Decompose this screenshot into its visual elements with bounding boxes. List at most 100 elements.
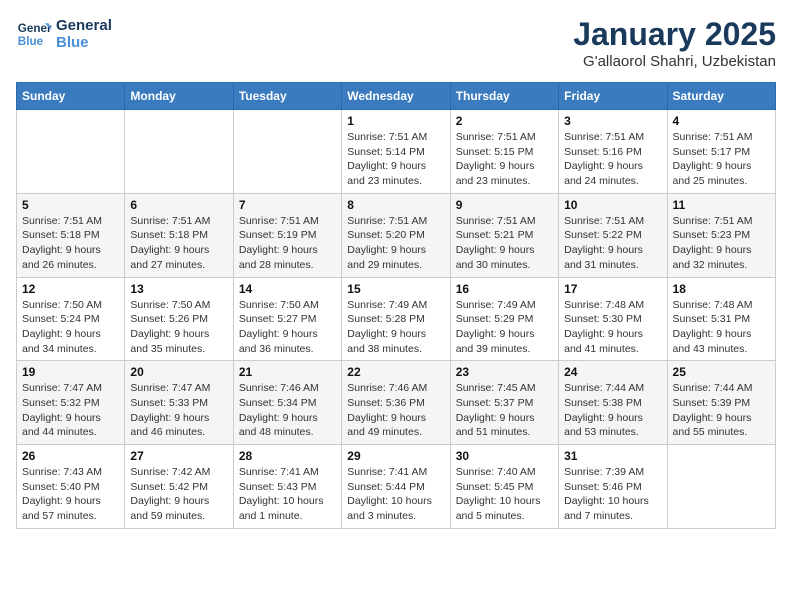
calendar-cell: 22 Sunrise: 7:46 AM Sunset: 5:36 PM Dayli… (342, 361, 450, 445)
day-info: Sunrise: 7:51 AM Sunset: 5:23 PM Dayligh… (673, 214, 770, 273)
day-info: Sunrise: 7:39 AM Sunset: 5:46 PM Dayligh… (564, 465, 661, 524)
weekday-header-monday: Monday (125, 83, 233, 110)
calendar-cell: 28 Sunrise: 7:41 AM Sunset: 5:43 PM Dayli… (233, 445, 341, 529)
day-number: 12 (22, 282, 119, 296)
calendar-cell: 4 Sunrise: 7:51 AM Sunset: 5:17 PM Daylig… (667, 110, 775, 194)
day-number: 19 (22, 365, 119, 379)
day-number: 30 (456, 449, 553, 463)
calendar-cell: 8Sunrise: 7:51 AM Sunset: 5:20 PM Daylig… (342, 193, 450, 277)
day-number: 29 (347, 449, 444, 463)
day-info: Sunrise: 7:47 AM Sunset: 5:32 PM Dayligh… (22, 381, 119, 440)
day-number: 18 (673, 282, 770, 296)
calendar-cell (125, 110, 233, 194)
calendar-cell: 18 Sunrise: 7:48 AM Sunset: 5:31 PM Dayli… (667, 277, 775, 361)
day-number: 31 (564, 449, 661, 463)
calendar-cell: 14 Sunrise: 7:50 AM Sunset: 5:27 PM Dayli… (233, 277, 341, 361)
calendar-cell: 23Sunrise: 7:45 AM Sunset: 5:37 PM Dayli… (450, 361, 558, 445)
weekday-header-wednesday: Wednesday (342, 83, 450, 110)
day-number: 7 (239, 198, 336, 212)
day-number: 20 (130, 365, 227, 379)
day-info: Sunrise: 7:51 AM Sunset: 5:17 PM Dayligh… (673, 130, 770, 189)
day-number: 13 (130, 282, 227, 296)
calendar-cell: 21 Sunrise: 7:46 AM Sunset: 5:34 PM Dayli… (233, 361, 341, 445)
day-number: 15 (347, 282, 444, 296)
day-info: Sunrise: 7:43 AM Sunset: 5:40 PM Dayligh… (22, 465, 119, 524)
day-number: 6 (130, 198, 227, 212)
calendar-title: January 2025 (573, 16, 776, 53)
day-number: 9 (456, 198, 553, 212)
calendar-cell: 30 Sunrise: 7:40 AM Sunset: 5:45 PM Dayli… (450, 445, 558, 529)
calendar-cell: 7 Sunrise: 7:51 AM Sunset: 5:19 PM Daylig… (233, 193, 341, 277)
calendar-week-row: 26 Sunrise: 7:43 AM Sunset: 5:40 PM Dayli… (17, 445, 776, 529)
day-info: Sunrise: 7:46 AM Sunset: 5:34 PM Dayligh… (239, 381, 336, 440)
day-number: 2 (456, 114, 553, 128)
calendar-cell: 31 Sunrise: 7:39 AM Sunset: 5:46 PM Dayli… (559, 445, 667, 529)
calendar-week-row: 1 Sunrise: 7:51 AM Sunset: 5:14 PM Daylig… (17, 110, 776, 194)
day-info: Sunrise: 7:41 AM Sunset: 5:44 PM Dayligh… (347, 465, 444, 524)
calendar-cell: 20 Sunrise: 7:47 AM Sunset: 5:33 PM Dayli… (125, 361, 233, 445)
calendar-cell: 15 Sunrise: 7:49 AM Sunset: 5:28 PM Dayli… (342, 277, 450, 361)
day-number: 25 (673, 365, 770, 379)
calendar-cell: 3 Sunrise: 7:51 AM Sunset: 5:16 PM Daylig… (559, 110, 667, 194)
day-info: Sunrise: 7:44 AM Sunset: 5:38 PM Dayligh… (564, 381, 661, 440)
day-info: Sunrise: 7:48 AM Sunset: 5:30 PM Dayligh… (564, 298, 661, 357)
calendar-cell: 5Sunrise: 7:51 AM Sunset: 5:18 PM Daylig… (17, 193, 125, 277)
calendar-table: SundayMondayTuesdayWednesdayThursdayFrid… (16, 82, 776, 529)
calendar-cell: 10Sunrise: 7:51 AM Sunset: 5:22 PM Dayli… (559, 193, 667, 277)
day-info: Sunrise: 7:51 AM Sunset: 5:14 PM Dayligh… (347, 130, 444, 189)
day-number: 8 (347, 198, 444, 212)
logo-line2: Blue (56, 34, 112, 51)
calendar-cell: 1 Sunrise: 7:51 AM Sunset: 5:14 PM Daylig… (342, 110, 450, 194)
day-number: 5 (22, 198, 119, 212)
logo: General Blue General Blue (16, 16, 112, 52)
day-info: Sunrise: 7:51 AM Sunset: 5:18 PM Dayligh… (130, 214, 227, 273)
calendar-cell: 26 Sunrise: 7:43 AM Sunset: 5:40 PM Dayli… (17, 445, 125, 529)
day-number: 24 (564, 365, 661, 379)
weekday-header-thursday: Thursday (450, 83, 558, 110)
calendar-cell: 6 Sunrise: 7:51 AM Sunset: 5:18 PM Daylig… (125, 193, 233, 277)
calendar-week-row: 19 Sunrise: 7:47 AM Sunset: 5:32 PM Dayli… (17, 361, 776, 445)
weekday-header-row: SundayMondayTuesdayWednesdayThursdayFrid… (17, 83, 776, 110)
calendar-subtitle: G'allaorol Shahri, Uzbekistan (573, 53, 776, 70)
day-info: Sunrise: 7:41 AM Sunset: 5:43 PM Dayligh… (239, 465, 336, 524)
calendar-cell: 13Sunrise: 7:50 AM Sunset: 5:26 PM Dayli… (125, 277, 233, 361)
day-number: 21 (239, 365, 336, 379)
calendar-cell (667, 445, 775, 529)
day-info: Sunrise: 7:42 AM Sunset: 5:42 PM Dayligh… (130, 465, 227, 524)
day-info: Sunrise: 7:44 AM Sunset: 5:39 PM Dayligh… (673, 381, 770, 440)
day-info: Sunrise: 7:51 AM Sunset: 5:19 PM Dayligh… (239, 214, 336, 273)
day-number: 3 (564, 114, 661, 128)
day-number: 22 (347, 365, 444, 379)
day-info: Sunrise: 7:51 AM Sunset: 5:22 PM Dayligh… (564, 214, 661, 273)
title-block: January 2025 G'allaorol Shahri, Uzbekist… (573, 16, 776, 70)
calendar-cell: 12 Sunrise: 7:50 AM Sunset: 5:24 PM Dayli… (17, 277, 125, 361)
calendar-cell: 16Sunrise: 7:49 AM Sunset: 5:29 PM Dayli… (450, 277, 558, 361)
day-number: 27 (130, 449, 227, 463)
day-number: 1 (347, 114, 444, 128)
calendar-cell: 11 Sunrise: 7:51 AM Sunset: 5:23 PM Dayli… (667, 193, 775, 277)
calendar-cell: 29 Sunrise: 7:41 AM Sunset: 5:44 PM Dayli… (342, 445, 450, 529)
day-number: 26 (22, 449, 119, 463)
calendar-cell: 27 Sunrise: 7:42 AM Sunset: 5:42 PM Dayli… (125, 445, 233, 529)
day-info: Sunrise: 7:47 AM Sunset: 5:33 PM Dayligh… (130, 381, 227, 440)
day-info: Sunrise: 7:48 AM Sunset: 5:31 PM Dayligh… (673, 298, 770, 357)
day-number: 28 (239, 449, 336, 463)
day-info: Sunrise: 7:51 AM Sunset: 5:21 PM Dayligh… (456, 214, 553, 273)
day-info: Sunrise: 7:51 AM Sunset: 5:16 PM Dayligh… (564, 130, 661, 189)
day-info: Sunrise: 7:46 AM Sunset: 5:36 PM Dayligh… (347, 381, 444, 440)
day-number: 14 (239, 282, 336, 296)
calendar-cell: 9 Sunrise: 7:51 AM Sunset: 5:21 PM Daylig… (450, 193, 558, 277)
day-number: 16 (456, 282, 553, 296)
day-info: Sunrise: 7:40 AM Sunset: 5:45 PM Dayligh… (456, 465, 553, 524)
calendar-cell (17, 110, 125, 194)
calendar-cell: 19 Sunrise: 7:47 AM Sunset: 5:32 PM Dayli… (17, 361, 125, 445)
logo-icon: General Blue (16, 16, 52, 52)
day-number: 23 (456, 365, 553, 379)
day-info: Sunrise: 7:49 AM Sunset: 5:28 PM Dayligh… (347, 298, 444, 357)
calendar-week-row: 12 Sunrise: 7:50 AM Sunset: 5:24 PM Dayli… (17, 277, 776, 361)
day-number: 4 (673, 114, 770, 128)
day-number: 11 (673, 198, 770, 212)
day-info: Sunrise: 7:50 AM Sunset: 5:27 PM Dayligh… (239, 298, 336, 357)
day-info: Sunrise: 7:50 AM Sunset: 5:24 PM Dayligh… (22, 298, 119, 357)
calendar-cell: 2Sunrise: 7:51 AM Sunset: 5:15 PM Daylig… (450, 110, 558, 194)
